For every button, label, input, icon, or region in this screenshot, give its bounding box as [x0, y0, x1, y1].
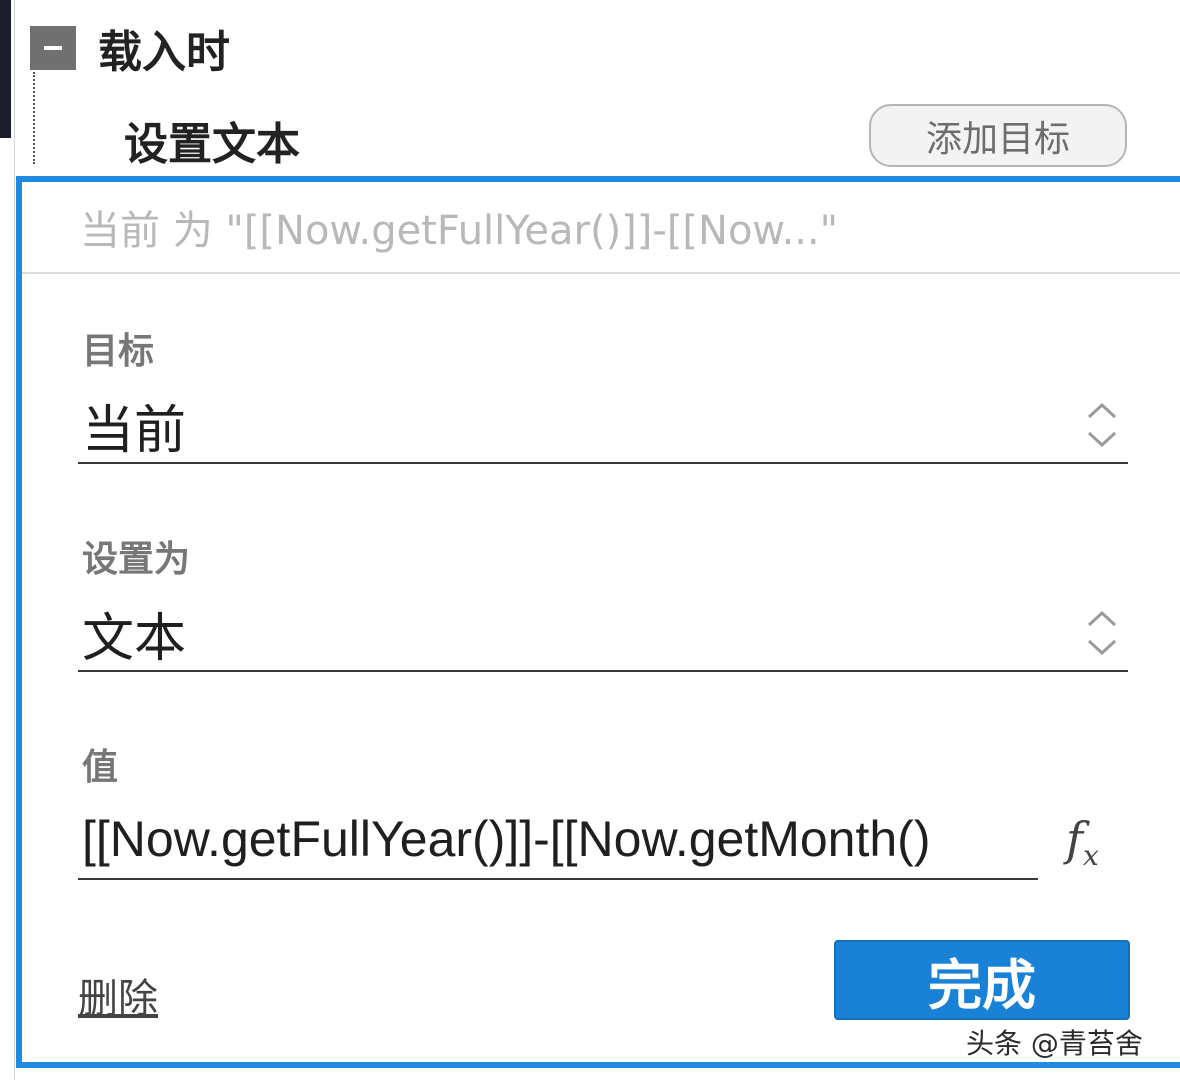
left-dark-strip — [0, 0, 11, 138]
set-to-select[interactable]: 文本 — [78, 596, 1128, 672]
fx-icon[interactable]: fx — [1066, 812, 1099, 872]
watermark: 头条 @青苔舍 — [966, 1027, 1143, 1060]
done-button[interactable]: 完成 — [834, 940, 1130, 1020]
event-header: 载入时 — [30, 20, 230, 78]
add-target-button[interactable]: 添加目标 — [869, 104, 1127, 167]
target-select[interactable]: 当前 — [78, 388, 1128, 464]
set-to-value: 文本 — [82, 608, 187, 669]
value-label: 值 — [82, 747, 119, 788]
delete-link[interactable]: 删除 — [78, 966, 158, 1024]
set-to-label: 设置为 — [82, 539, 191, 580]
value-input[interactable]: [[Now.getFullYear()]]-[[Now.getMonth() — [78, 800, 1038, 880]
target-label: 目标 — [82, 331, 155, 372]
chevron-updown-icon — [1082, 395, 1122, 455]
tree-connector — [33, 72, 35, 164]
event-title: 载入时 — [98, 27, 230, 78]
collapse-icon[interactable] — [30, 26, 76, 70]
action-summary: 当前 为 "[[Now.getFullYear()]]-[[Now..." — [22, 182, 1180, 274]
action-title[interactable]: 设置文本 — [124, 108, 300, 172]
action-edit-panel: 当前 为 "[[Now.getFullYear()]]-[[Now..." 目标… — [16, 176, 1180, 1068]
target-value: 当前 — [82, 400, 187, 461]
value-text: [[Now.getFullYear()]]-[[Now.getMonth() — [82, 811, 931, 867]
left-divider — [14, 0, 15, 1080]
chevron-updown-icon — [1082, 603, 1122, 663]
